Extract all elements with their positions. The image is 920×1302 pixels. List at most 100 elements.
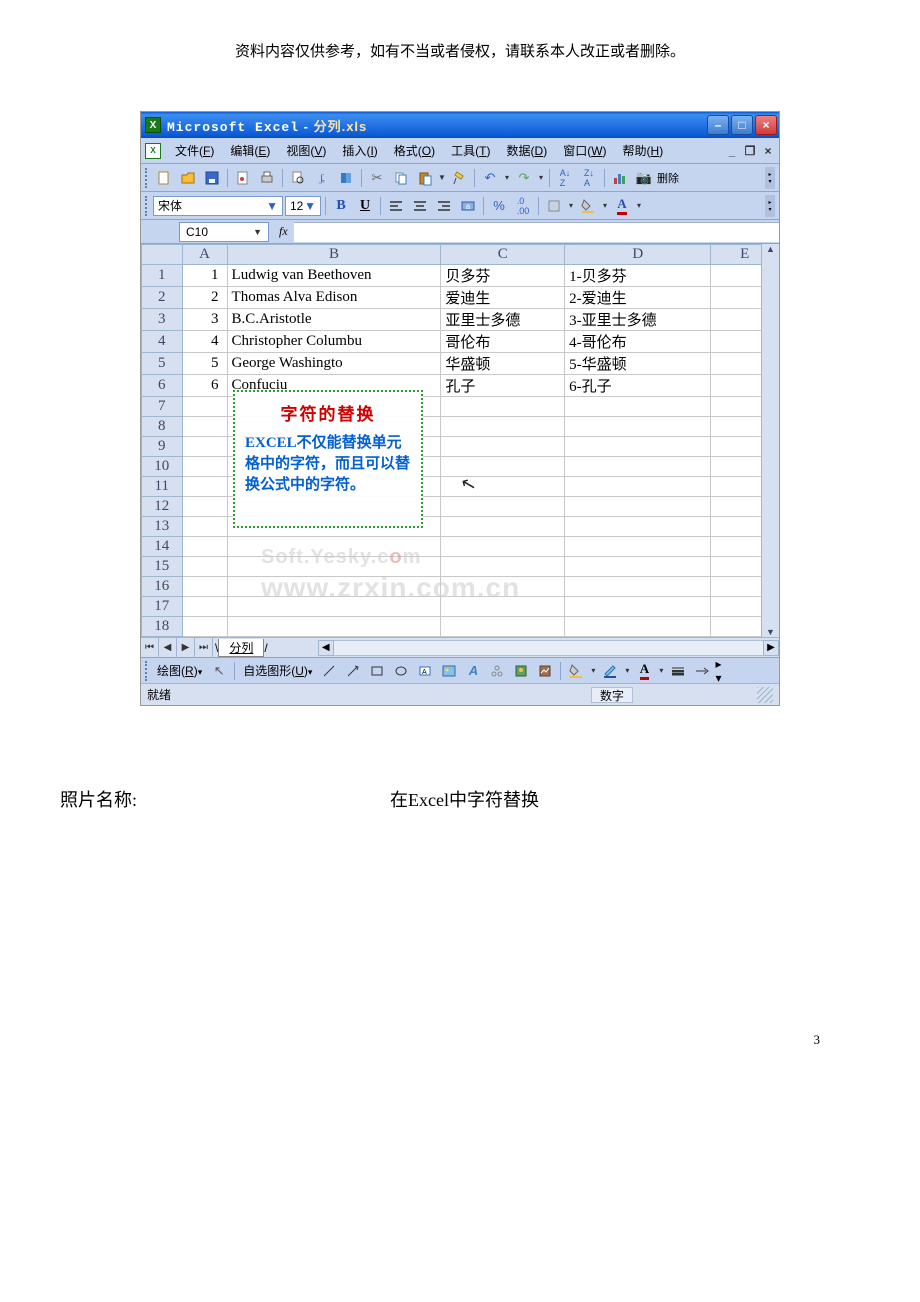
cell[interactable] — [441, 437, 565, 457]
open-file-icon[interactable] — [177, 167, 199, 189]
cell[interactable]: George Washingto — [227, 353, 441, 375]
cell[interactable] — [441, 537, 565, 557]
cell[interactable] — [441, 557, 565, 577]
undo-icon[interactable]: ↶ — [479, 167, 501, 189]
spellcheck-icon[interactable]: ᶋ — [311, 167, 333, 189]
cell[interactable] — [182, 597, 227, 617]
cell[interactable] — [182, 417, 227, 437]
cell[interactable] — [227, 557, 441, 577]
cell[interactable] — [565, 437, 711, 457]
cell[interactable]: Christopher Columbu — [227, 331, 441, 353]
row-header[interactable]: 12 — [142, 497, 183, 517]
chart-icon[interactable] — [609, 167, 631, 189]
line-icon[interactable] — [318, 660, 340, 682]
bold-button[interactable]: B — [330, 195, 352, 217]
print-icon[interactable] — [256, 167, 278, 189]
menu-data[interactable]: 数据(D) — [499, 140, 556, 161]
hscroll-left-icon[interactable]: ◀ — [318, 640, 334, 656]
toolbar-handle[interactable] — [145, 168, 149, 188]
cell[interactable] — [182, 397, 227, 417]
cell[interactable]: 爱迪生 — [441, 287, 565, 309]
row-header[interactable]: 2 — [142, 287, 183, 309]
cell[interactable] — [441, 397, 565, 417]
camera-icon[interactable]: 📷 — [633, 167, 655, 189]
diagram-icon[interactable] — [486, 660, 508, 682]
fx-button[interactable]: fx — [279, 224, 288, 239]
maximize-button[interactable]: □ — [731, 115, 753, 135]
toolbar-overflow[interactable]: ▸▾ — [765, 195, 775, 217]
horizontal-scrollbar[interactable] — [334, 640, 763, 656]
cell[interactable] — [565, 557, 711, 577]
textbox-icon[interactable]: A — [414, 660, 436, 682]
tab-nav-last-icon[interactable]: ⏭ — [195, 638, 213, 658]
cell[interactable] — [565, 537, 711, 557]
cell[interactable] — [182, 497, 227, 517]
cell[interactable]: 2 — [182, 287, 227, 309]
sheet-tab[interactable]: 分列 — [218, 639, 264, 657]
cell[interactable] — [565, 617, 711, 637]
undo-dropdown[interactable]: ▾ — [503, 173, 511, 182]
save-icon[interactable] — [201, 167, 223, 189]
menu-view[interactable]: 视图(V) — [278, 140, 334, 161]
row-header[interactable]: 15 — [142, 557, 183, 577]
font-color-draw-icon[interactable]: A — [633, 660, 655, 682]
tab-nav-prev-icon[interactable]: ◀ — [159, 638, 177, 658]
cell[interactable] — [565, 477, 711, 497]
doc-minimize-button[interactable]: _ — [725, 144, 739, 158]
fill-color-dropdown[interactable]: ▾ — [601, 201, 609, 210]
cell[interactable]: 3 — [182, 309, 227, 331]
row-header[interactable]: 9 — [142, 437, 183, 457]
copy-icon[interactable] — [390, 167, 412, 189]
fill-color-draw-dropdown[interactable]: ▾ — [589, 666, 597, 675]
name-box[interactable]: C10▼ — [179, 222, 269, 242]
close-button[interactable]: × — [755, 115, 777, 135]
cell[interactable] — [441, 457, 565, 477]
cell[interactable] — [227, 577, 441, 597]
cell[interactable]: 6-孔子 — [565, 375, 711, 397]
cell[interactable]: 6 — [182, 375, 227, 397]
cell[interactable] — [565, 597, 711, 617]
cell[interactable] — [182, 437, 227, 457]
insert-picture-icon[interactable] — [438, 660, 460, 682]
cell[interactable] — [441, 517, 565, 537]
line-color-icon[interactable] — [599, 660, 621, 682]
cell[interactable]: 贝多芬 — [441, 265, 565, 287]
redo-icon[interactable]: ↷ — [513, 167, 535, 189]
menu-window[interactable]: 窗口(W) — [555, 140, 614, 161]
research-icon[interactable] — [335, 167, 357, 189]
insert-from-file-icon[interactable] — [534, 660, 556, 682]
borders-dropdown[interactable]: ▾ — [567, 201, 575, 210]
percent-icon[interactable]: % — [488, 195, 510, 217]
delete-button[interactable]: 删除 — [657, 167, 679, 189]
cell[interactable]: 孔子 — [441, 375, 565, 397]
paste-dropdown[interactable]: ▼ — [438, 173, 446, 182]
cell[interactable]: 3-亚里士多德 — [565, 309, 711, 331]
resize-grip-icon[interactable] — [757, 687, 773, 703]
cell[interactable]: 4 — [182, 331, 227, 353]
row-header[interactable]: 5 — [142, 353, 183, 375]
row-header[interactable]: 4 — [142, 331, 183, 353]
menu-insert[interactable]: 插入(I) — [334, 140, 385, 161]
cell[interactable]: 1-贝多芬 — [565, 265, 711, 287]
col-header-a[interactable]: A — [182, 245, 227, 265]
cell[interactable] — [227, 597, 441, 617]
cut-icon[interactable]: ✂ — [366, 167, 388, 189]
align-center-icon[interactable] — [409, 195, 431, 217]
cell[interactable]: Ludwig van Beethoven — [227, 265, 441, 287]
row-header[interactable]: 11 — [142, 477, 183, 497]
menu-format[interactable]: 格式(O) — [386, 140, 443, 161]
arrow-style-icon[interactable] — [691, 660, 713, 682]
cell[interactable] — [441, 617, 565, 637]
toolbar-handle[interactable] — [145, 661, 149, 681]
wordart-icon[interactable]: A — [462, 660, 484, 682]
print-preview-icon[interactable] — [287, 167, 309, 189]
redo-dropdown[interactable]: ▾ — [537, 173, 545, 182]
formula-input[interactable] — [294, 222, 779, 242]
menu-help[interactable]: 帮助(H) — [615, 140, 672, 161]
cell[interactable]: 5 — [182, 353, 227, 375]
autoshapes-menu[interactable]: 自选图形(U)▾ — [239, 662, 316, 679]
minimize-button[interactable]: – — [707, 115, 729, 135]
cell[interactable] — [565, 517, 711, 537]
tab-nav-next-icon[interactable]: ▶ — [177, 638, 195, 658]
row-header[interactable]: 18 — [142, 617, 183, 637]
